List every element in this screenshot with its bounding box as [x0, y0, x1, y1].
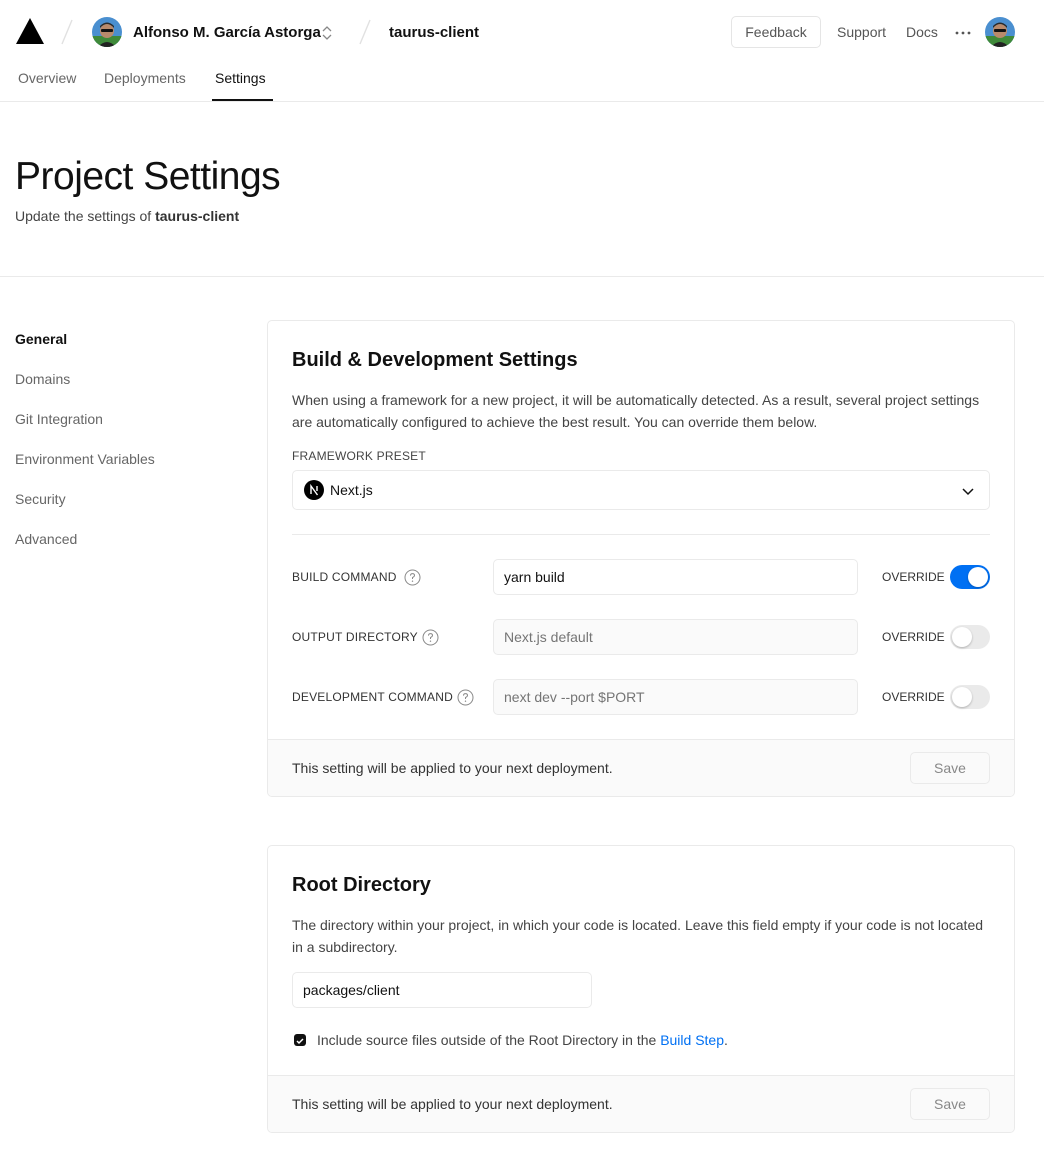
checkmark-icon — [296, 1038, 304, 1045]
user-avatar[interactable] — [985, 17, 1015, 47]
sidebar-item-security[interactable]: Security — [15, 491, 66, 507]
development-command-override-toggle[interactable] — [950, 685, 990, 709]
ellipsis-icon[interactable] — [955, 30, 971, 36]
save-button[interactable]: Save — [910, 752, 990, 784]
build-command-label: BUILD COMMAND — [292, 570, 397, 584]
include-source-files-checkbox[interactable] — [294, 1034, 306, 1046]
vercel-logo-icon[interactable] — [15, 17, 45, 45]
output-directory-input[interactable] — [493, 619, 858, 655]
team-avatar[interactable] — [92, 17, 122, 47]
sidebar-item-git-integration[interactable]: Git Integration — [15, 411, 103, 427]
card-footer: This setting will be applied to your nex… — [268, 739, 1014, 796]
checkbox-text: Include source files outside of the Root… — [317, 1032, 661, 1048]
development-command-label: DEVELOPMENT COMMAND — [292, 690, 453, 704]
save-button[interactable]: Save — [910, 1088, 990, 1120]
checkbox-suffix: . — [724, 1032, 728, 1048]
footer-note: This setting will be applied to your nex… — [292, 1096, 613, 1112]
tab-deployments[interactable]: Deployments — [104, 70, 186, 86]
divider — [292, 534, 990, 535]
build-step-link[interactable]: Build Step — [660, 1032, 724, 1048]
chevron-down-icon — [962, 488, 974, 496]
toggle-knob — [952, 687, 972, 707]
root-directory-input[interactable] — [292, 972, 592, 1008]
divider — [0, 276, 1044, 277]
toggle-knob — [952, 627, 972, 647]
feedback-button[interactable]: Feedback — [731, 16, 821, 48]
output-directory-override-label: OVERRIDE — [882, 630, 945, 644]
build-command-override-label: OVERRIDE — [882, 570, 945, 584]
include-source-files-label: Include source files outside of the Root… — [317, 1032, 728, 1048]
output-directory-override-toggle[interactable] — [950, 625, 990, 649]
help-icon[interactable] — [457, 689, 474, 706]
help-icon[interactable] — [404, 569, 421, 586]
tab-overview[interactable]: Overview — [18, 70, 76, 86]
page-subtitle-project: taurus-client — [155, 208, 240, 224]
root-directory-title: Root Directory — [292, 874, 431, 896]
team-switcher-icon[interactable] — [318, 23, 336, 43]
top-navigation: Alfonso M. García Astorga taurus-client … — [0, 0, 1044, 64]
page-title: Project Settings — [15, 155, 281, 198]
build-settings-title: Build & Development Settings — [292, 349, 578, 371]
root-directory-description: The directory within your project, in wh… — [292, 917, 984, 955]
nextjs-logo-icon — [304, 480, 324, 500]
project-tabs: Overview Deployments Settings — [0, 64, 1044, 102]
build-settings-card: Build & Development Settings When using … — [267, 320, 1015, 797]
page-subtitle: Update the settings of taurus-client — [15, 208, 239, 224]
footer-note: This setting will be applied to your nex… — [292, 760, 613, 776]
sidebar-item-environment-variables[interactable]: Environment Variables — [15, 451, 155, 467]
sidebar-item-general[interactable]: General — [15, 331, 67, 347]
active-tab-indicator — [212, 99, 273, 101]
framework-preset-select[interactable]: Next.js — [292, 470, 990, 510]
breadcrumb-separator-icon — [359, 19, 371, 45]
toggle-knob — [968, 567, 988, 587]
build-command-input[interactable] — [493, 559, 858, 595]
sidebar-item-advanced[interactable]: Advanced — [15, 531, 77, 547]
project-name[interactable]: taurus-client — [389, 24, 479, 41]
development-command-override-label: OVERRIDE — [882, 690, 945, 704]
breadcrumb-separator-icon — [61, 19, 73, 45]
help-icon[interactable] — [422, 629, 439, 646]
framework-preset-value: Next.js — [330, 482, 373, 498]
build-command-override-toggle[interactable] — [950, 565, 990, 589]
sidebar-item-domains[interactable]: Domains — [15, 371, 70, 387]
root-directory-card: Root Directory The directory within your… — [267, 845, 1015, 1133]
docs-link[interactable]: Docs — [906, 24, 938, 40]
output-directory-label: OUTPUT DIRECTORY — [292, 630, 418, 644]
page-subtitle-prefix: Update the settings of — [15, 208, 156, 224]
development-command-input[interactable] — [493, 679, 858, 715]
tab-settings[interactable]: Settings — [215, 70, 266, 86]
card-footer: This setting will be applied to your nex… — [268, 1075, 1014, 1132]
team-name[interactable]: Alfonso M. García Astorga — [133, 24, 321, 41]
build-settings-description: When using a framework for a new project… — [292, 392, 980, 430]
support-link[interactable]: Support — [837, 24, 886, 40]
framework-preset-label: FRAMEWORK PRESET — [292, 449, 426, 463]
